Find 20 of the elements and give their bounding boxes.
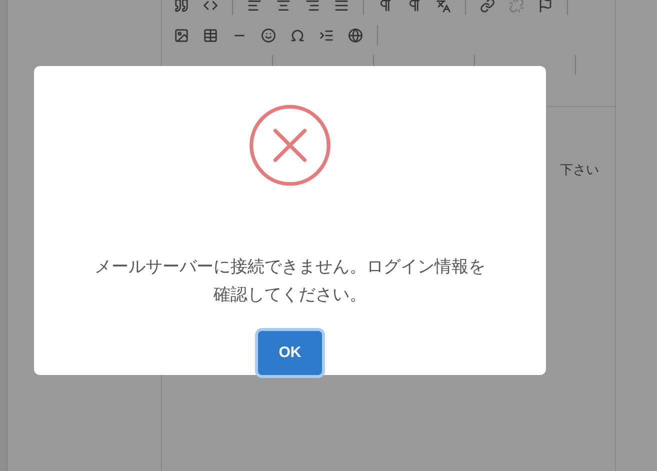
align-justify-icon[interactable] bbox=[334, 0, 349, 12]
error-message: メールサーバーに接続できません。ログイン情報を 確認してください。 bbox=[94, 256, 486, 307]
ok-button[interactable]: OK bbox=[258, 330, 322, 375]
link-icon[interactable] bbox=[480, 0, 495, 12]
editor-text: 下さい bbox=[560, 162, 599, 179]
language-icon[interactable] bbox=[436, 0, 451, 12]
table-icon[interactable] bbox=[203, 28, 218, 42]
quote-icon[interactable] bbox=[174, 0, 189, 12]
pilcrow-icon[interactable] bbox=[407, 0, 422, 12]
omega-icon[interactable] bbox=[290, 28, 305, 42]
align-left-icon[interactable] bbox=[247, 0, 262, 12]
align-center-icon[interactable] bbox=[276, 0, 291, 12]
indent-icon[interactable] bbox=[319, 28, 334, 42]
flag-icon[interactable] bbox=[538, 0, 553, 12]
globe-icon[interactable] bbox=[348, 28, 363, 42]
code-icon[interactable] bbox=[203, 0, 218, 12]
pilcrow-icon[interactable] bbox=[378, 0, 393, 12]
align-right-icon[interactable] bbox=[305, 0, 320, 12]
image-icon[interactable] bbox=[174, 28, 189, 42]
smiley-icon[interactable] bbox=[261, 28, 276, 42]
